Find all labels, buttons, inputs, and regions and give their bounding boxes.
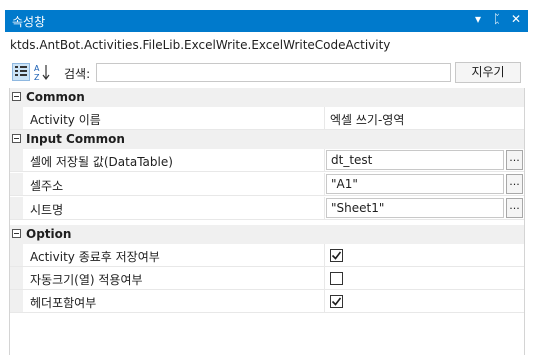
property-value[interactable]: 엑셀 쓰기-영역 [330,111,404,128]
properties-titlebar: 속성창 ▾ ᛈ ✕ [0,0,534,32]
property-row[interactable]: Activity 종료후 저장여부 [10,244,524,267]
search-label: 검색: [64,67,91,81]
svg-text:A: A [34,64,40,73]
search-input[interactable] [96,63,451,82]
collapse-icon[interactable] [12,229,21,238]
property-name: 헤더포함여부 [30,296,97,310]
properties-toolbar: A Z 검색: 지우기 [9,62,525,84]
ellipsis-button[interactable]: ... [506,150,523,170]
svg-text:Z: Z [34,73,40,81]
pin-icon[interactable]: ᛈ [491,12,503,26]
property-value-field[interactable]: "Sheet1" [326,198,504,218]
property-name: 자동크기(열) 적용여부 [30,273,143,287]
property-row[interactable]: 셀주소 "A1" ... [10,173,524,196]
property-grid: Common Activity 이름 엑셀 쓰기-영역 Input Common… [9,88,525,355]
clear-button[interactable]: 지우기 [455,62,521,83]
checkbox[interactable] [330,295,343,308]
checkbox[interactable] [330,272,343,285]
checkbox[interactable] [330,249,343,262]
category-input-common[interactable]: Input Common [10,130,524,149]
property-value-field[interactable]: dt_test [326,150,504,170]
property-row[interactable]: 헤더포함여부 [10,290,524,313]
property-name: 셀주소 [30,179,64,193]
panel-title: 속성창 [12,15,46,29]
collapse-icon[interactable] [12,92,21,101]
category-option[interactable]: Option [10,225,524,244]
property-name: Activity 이름 [30,113,101,127]
dropdown-menu-icon[interactable]: ▾ [472,12,484,26]
category-label: Option [26,227,72,241]
category-common[interactable]: Common [10,88,524,107]
ellipsis-button[interactable]: ... [506,174,523,194]
property-value-field[interactable]: "A1" [326,174,504,194]
titlebar-bar[interactable]: 속성창 ▾ ᛈ ✕ [5,10,528,32]
property-row[interactable]: 셀에 저장될 값(DataTable) dt_test ... [10,149,524,172]
sort-alphabetical-icon[interactable]: A Z [33,63,51,82]
titlebar-controls: ▾ ᛈ ✕ [472,12,522,26]
selected-object-type: ktds.AntBot.Activities.FileLib.ExcelWrit… [10,38,391,52]
collapse-icon[interactable] [12,134,21,143]
categorized-icon[interactable] [12,63,30,81]
property-row[interactable]: 자동크기(열) 적용여부 [10,267,524,290]
ellipsis-button[interactable]: ... [506,198,523,218]
property-name: Activity 종료후 저장여부 [30,250,160,264]
property-name: 셀에 저장될 값(DataTable) [30,155,173,169]
close-icon[interactable]: ✕ [510,12,522,26]
property-row[interactable]: 시트명 "Sheet1" ... [10,197,524,220]
category-label: Common [26,90,85,104]
property-row[interactable]: Activity 이름 엑셀 쓰기-영역 [10,107,524,130]
property-name: 시트명 [30,203,64,217]
category-label: Input Common [26,132,125,146]
